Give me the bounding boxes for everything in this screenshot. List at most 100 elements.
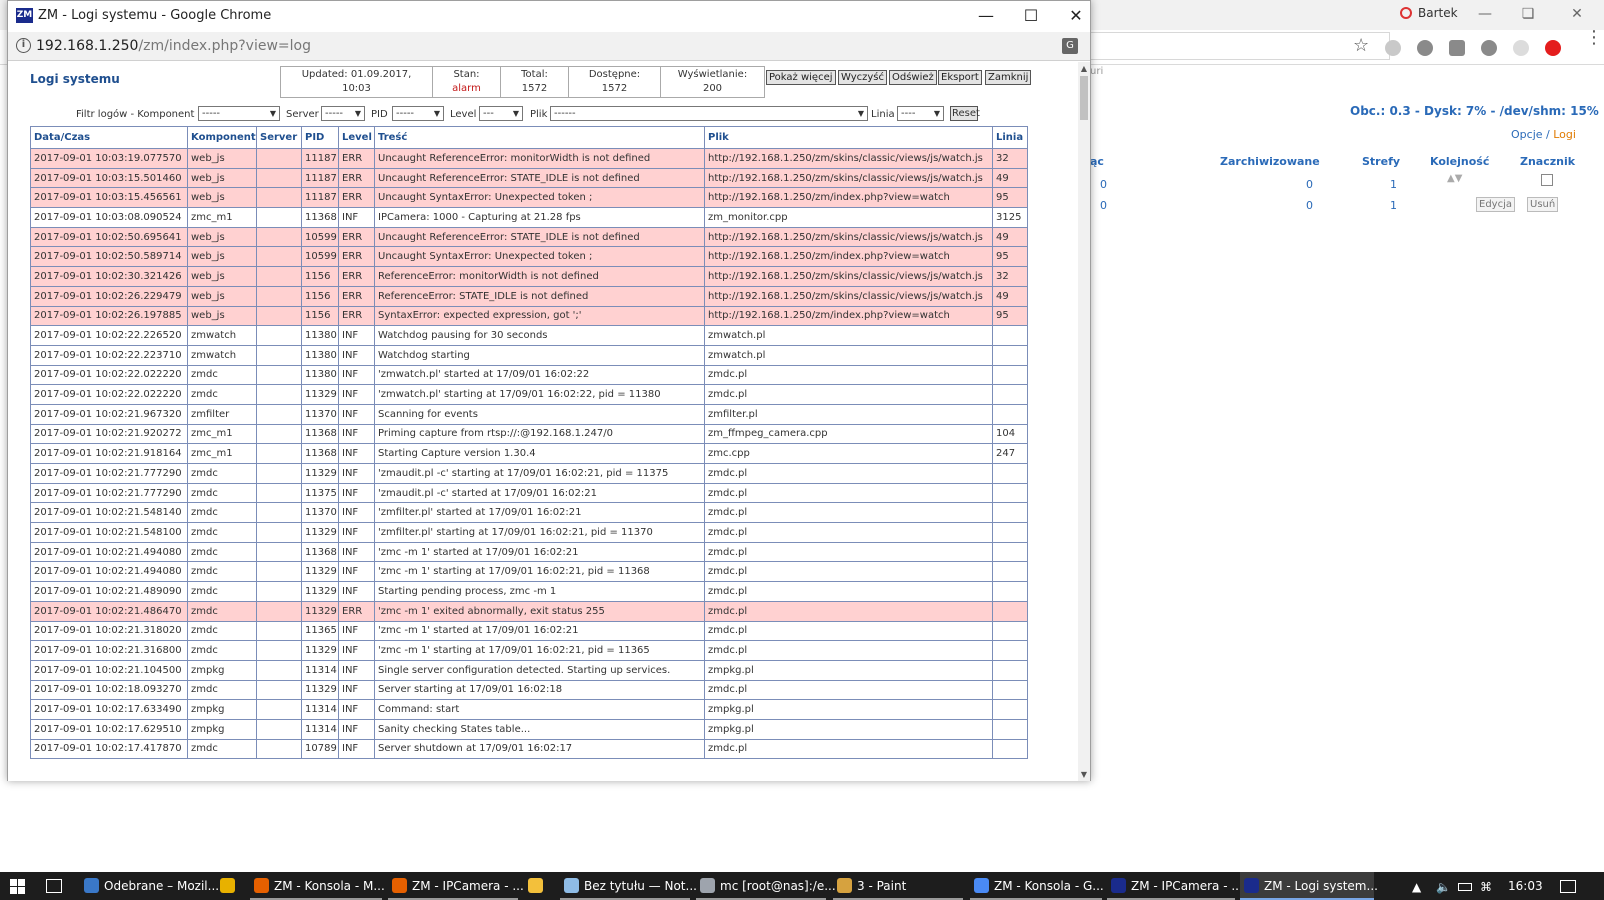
extension-arrows-icon[interactable] — [1513, 40, 1529, 56]
export-button[interactable]: Eksport — [938, 70, 982, 85]
level-cell[interactable]: ERR — [338, 226, 375, 248]
component-cell[interactable]: zmdc — [187, 738, 257, 760]
level-cell[interactable]: INF — [338, 581, 375, 602]
component-cell[interactable]: zmdc — [187, 541, 257, 563]
chrome-menu-icon[interactable]: ⋮ — [1585, 29, 1603, 47]
zones-cell[interactable]: 1 — [1390, 199, 1397, 212]
component-cell[interactable]: zmc_m1 — [187, 423, 257, 445]
taskbar-item[interactable]: ZM - IPCamera - ... — [1107, 872, 1243, 900]
level-cell[interactable]: INF — [338, 561, 375, 583]
file-cell[interactable]: zmdc.pl — [704, 581, 993, 602]
pid-cell[interactable]: 11370 — [301, 403, 339, 425]
component-filter-select[interactable]: ----- ▼ — [198, 106, 280, 121]
component-cell[interactable]: web_js — [187, 246, 257, 268]
level-cell[interactable]: INF — [338, 384, 375, 405]
level-cell[interactable]: INF — [338, 640, 375, 661]
taskbar-item[interactable]: ZM - Logi system... — [1240, 872, 1378, 900]
pid-cell[interactable]: 10789 — [301, 738, 339, 760]
level-cell[interactable]: INF — [338, 325, 375, 346]
taskbar-item[interactable] — [524, 872, 554, 900]
level-cell[interactable]: INF — [338, 207, 375, 228]
file-cell[interactable]: zmdc.pl — [704, 463, 993, 484]
component-cell[interactable]: zmdc — [187, 600, 257, 622]
maximize-button[interactable]: ☐ — [1013, 5, 1049, 27]
reset-button[interactable]: Reset — [950, 106, 980, 121]
pid-cell[interactable]: 11380 — [301, 364, 339, 386]
component-cell[interactable]: zmdc — [187, 482, 257, 504]
taskbar-item[interactable]: ZM - Konsola - G... — [970, 872, 1104, 900]
file-cell[interactable]: http://192.168.1.250/zm/index.php?view=w… — [704, 187, 993, 209]
pid-cell[interactable]: 11365 — [301, 620, 339, 642]
battery-icon[interactable] — [1458, 883, 1472, 891]
file-cell[interactable]: http://192.168.1.250/zm/skins/classic/vi… — [704, 266, 993, 287]
file-cell[interactable]: http://192.168.1.250/zm/index.php?view=w… — [704, 246, 993, 268]
pid-filter-select[interactable]: ----- ▼ — [392, 106, 444, 121]
pid-cell[interactable]: 11314 — [301, 718, 339, 740]
pid-cell[interactable]: 11329 — [301, 679, 339, 701]
component-cell[interactable]: zmwatch — [187, 325, 257, 346]
column-header-component[interactable]: Komponent — [187, 126, 257, 149]
level-cell[interactable]: INF — [338, 699, 375, 720]
pid-cell[interactable]: 11314 — [301, 659, 339, 681]
extension-link-icon[interactable] — [1385, 40, 1401, 56]
extension-e-icon[interactable] — [1481, 40, 1497, 56]
file-cell[interactable]: zmdc.pl — [704, 482, 993, 504]
options-link[interactable]: Opcje — [1511, 128, 1543, 141]
file-filter-select[interactable]: ------ ▼ — [550, 106, 868, 121]
column-header-zones[interactable]: Strefy — [1362, 155, 1400, 168]
scroll-down-arrow-icon[interactable]: ▼ — [1078, 770, 1090, 779]
component-cell[interactable]: zmfilter — [187, 403, 257, 425]
level-cell[interactable]: INF — [338, 718, 375, 740]
component-cell[interactable]: web_js — [187, 148, 257, 169]
file-cell[interactable]: zmdc.pl — [704, 738, 993, 760]
vertical-scrollbar[interactable]: ▲ ▼ — [1078, 62, 1090, 781]
component-cell[interactable]: zmdc — [187, 620, 257, 642]
taskbar-item[interactable]: ZM - Konsola - M... — [250, 872, 385, 900]
delete-button[interactable]: Usuń — [1527, 197, 1559, 212]
component-cell[interactable]: zmdc — [187, 581, 257, 602]
extension-shield-icon[interactable] — [1449, 40, 1465, 56]
pid-cell[interactable]: 11314 — [301, 699, 339, 720]
translate-icon[interactable]: G — [1062, 38, 1078, 54]
pid-cell[interactable]: 11368 — [301, 207, 339, 228]
close-window-button[interactable]: ✕ — [1058, 5, 1094, 27]
component-cell[interactable]: web_js — [187, 305, 257, 327]
taskbar-item[interactable]: 3 - Paint — [833, 872, 963, 900]
level-cell[interactable]: ERR — [338, 600, 375, 622]
extension-record-icon[interactable] — [1545, 40, 1561, 56]
file-cell[interactable]: zm_ffmpeg_camera.cpp — [704, 423, 993, 445]
component-cell[interactable]: web_js — [187, 226, 257, 248]
wifi-icon[interactable]: ⌘ — [1480, 880, 1492, 894]
component-cell[interactable]: zmdc — [187, 522, 257, 543]
taskbar-clock[interactable]: 16:03 — [1508, 872, 1543, 900]
component-cell[interactable]: zmdc — [187, 502, 257, 524]
level-cell[interactable]: INF — [338, 482, 375, 504]
level-cell[interactable]: ERR — [338, 167, 375, 189]
column-header-marker[interactable]: Znacznik — [1520, 155, 1575, 168]
column-header-level[interactable]: Level — [338, 126, 375, 149]
pid-cell[interactable]: 11187 — [301, 148, 339, 169]
column-header-file[interactable]: Plik — [704, 126, 993, 149]
refresh-button[interactable]: Odśwież — [889, 70, 937, 85]
site-info-icon[interactable]: i — [16, 38, 31, 53]
bg-restore-button[interactable]: ❏ — [1516, 4, 1540, 24]
file-cell[interactable]: http://192.168.1.250/zm/skins/classic/vi… — [704, 148, 993, 169]
file-cell[interactable]: zmwatch.pl — [704, 344, 993, 366]
component-cell[interactable]: zmdc — [187, 640, 257, 661]
background-address-bar[interactable] — [1090, 32, 1390, 60]
pid-cell[interactable]: 11329 — [301, 640, 339, 661]
column-header-message[interactable]: Treść — [374, 126, 705, 149]
task-view-icon[interactable] — [46, 879, 62, 893]
taskbar-item[interactable]: ZM - IPCamera - ... — [388, 872, 524, 900]
level-cell[interactable]: INF — [338, 620, 375, 642]
file-cell[interactable]: zmdc.pl — [704, 600, 993, 622]
bg-minimize-button[interactable]: — — [1473, 4, 1497, 24]
level-cell[interactable]: ERR — [338, 187, 375, 209]
pid-cell[interactable]: 11375 — [301, 482, 339, 504]
level-cell[interactable]: INF — [338, 463, 375, 484]
level-cell[interactable]: INF — [338, 423, 375, 445]
file-cell[interactable]: zmdc.pl — [704, 364, 993, 386]
component-cell[interactable]: zmc_m1 — [187, 443, 257, 464]
taskbar-item[interactable]: Odebrane – Mozil... — [80, 872, 219, 900]
component-cell[interactable]: web_js — [187, 266, 257, 287]
